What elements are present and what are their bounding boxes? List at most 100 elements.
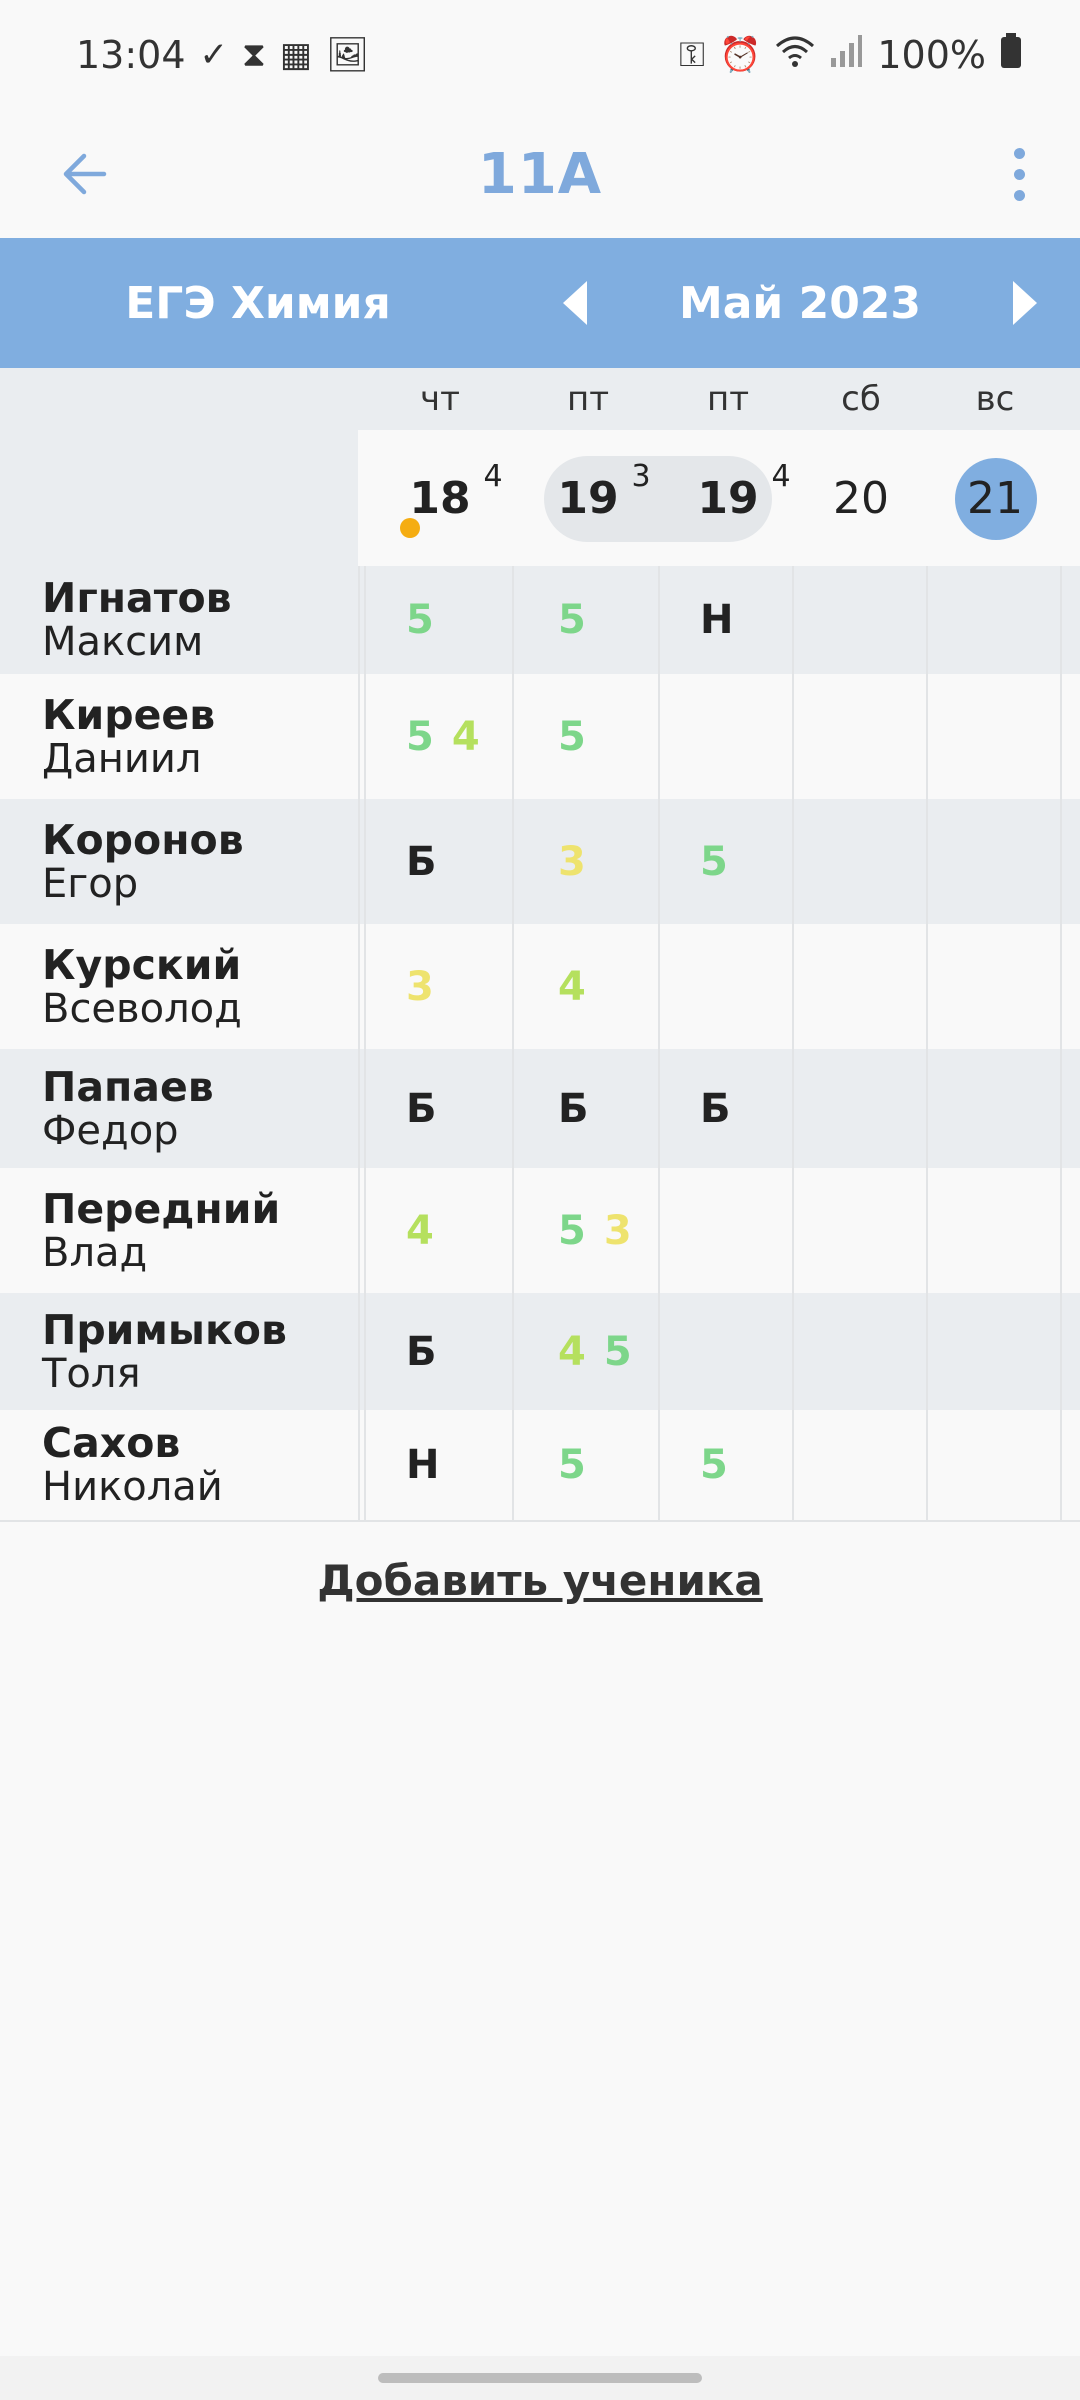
mark-cell[interactable] [792, 799, 926, 924]
mark-cell[interactable] [926, 566, 1060, 674]
mark-cell[interactable] [658, 1293, 792, 1410]
alarm-icon: ⏰ [719, 35, 762, 75]
mark-cell[interactable]: 5 [364, 566, 510, 674]
day-number: 19 3 [557, 459, 650, 524]
student-surname: Курский [42, 940, 242, 989]
day-number-text: 19 [557, 472, 619, 524]
student-name-cell[interactable]: Передний Влад [0, 1168, 358, 1293]
student-name-cell[interactable]: Папаев Федор [0, 1049, 358, 1168]
grid-column-divider [358, 566, 360, 1520]
mark-cell[interactable]: 5 [658, 1410, 792, 1520]
status-left: 13:04 ✓ ⧗ ▦ 🖼 [76, 33, 369, 77]
student-firstname: Максим [42, 619, 204, 665]
more-menu-button[interactable] [984, 134, 1054, 214]
vpn-key-icon: ⚿ [679, 35, 706, 75]
student-name-cell[interactable]: Сахов Николай [0, 1410, 358, 1520]
mark-cell[interactable]: 3 [512, 799, 658, 924]
student-row: Курский Всеволод 3 4 [0, 924, 1080, 1049]
day-number: 19 4 [697, 459, 790, 524]
student-row: Примыков Толя Б 4 5 [0, 1293, 1080, 1410]
student-surname: Коронов [42, 815, 244, 864]
mark-cell[interactable] [926, 1293, 1060, 1410]
date-column-5[interactable]: 21 [935, 430, 1055, 566]
signal-icon [829, 34, 863, 77]
mark-cell[interactable] [792, 1168, 926, 1293]
student-surname: Киреев [42, 690, 216, 739]
mark-cell[interactable]: 53 [512, 1168, 658, 1293]
mark-cell[interactable] [926, 1049, 1060, 1168]
date-column-2[interactable]: 19 3 [528, 430, 650, 566]
student-name-cell[interactable]: Курский Всеволод [0, 924, 358, 1049]
date-column-1[interactable]: 18 4 [380, 430, 502, 566]
subject-selector[interactable]: ЕГЭ Химия [0, 238, 516, 368]
arrow-left-icon [63, 153, 107, 195]
mark-cell[interactable]: Б [364, 799, 510, 924]
student-surname: Игнатов [42, 574, 232, 622]
mark-cell[interactable]: 4 [512, 924, 658, 1049]
month-label[interactable]: Май 2023 [620, 238, 980, 368]
grade-mark: 5 [558, 1442, 586, 1488]
mark-cell[interactable]: Б [364, 1049, 510, 1168]
status-time: 13:04 [76, 33, 186, 77]
student-row: Папаев Федор Б Б Б [0, 1049, 1080, 1168]
grade-mark: 5 [406, 713, 434, 760]
prev-month-button[interactable] [545, 278, 605, 328]
mark-cell[interactable] [792, 1049, 926, 1168]
mark-cell[interactable]: 3 [364, 924, 510, 1049]
grid-column-divider [1060, 566, 1062, 1520]
student-name-cell[interactable]: Примыков Толя [0, 1293, 358, 1410]
day-number: 21 [967, 473, 1023, 524]
date-column-4[interactable]: 20 [801, 430, 921, 566]
student-name-cell[interactable]: Коронов Егор [0, 799, 358, 924]
weekday-label: пт [566, 379, 610, 419]
student-firstname: Всеволод [42, 985, 242, 1032]
student-firstname: Федор [42, 1107, 179, 1154]
mark-cell[interactable] [792, 1410, 926, 1520]
mark-cell[interactable] [658, 1168, 792, 1293]
mark-cell[interactable] [926, 924, 1060, 1049]
mark-cell[interactable] [792, 924, 926, 1049]
mark-cell[interactable]: Н [658, 566, 792, 674]
add-student-button[interactable]: Добавить ученика [0, 1540, 1080, 1620]
next-month-button[interactable] [995, 278, 1055, 328]
mark-cell[interactable]: 5 [512, 1410, 658, 1520]
student-name-cell[interactable]: Киреев Даниил [0, 674, 358, 799]
mark-cell[interactable] [658, 674, 792, 799]
mark-cell[interactable] [792, 674, 926, 799]
mark-cell[interactable] [658, 924, 792, 1049]
mark-cell[interactable]: 54 [364, 674, 510, 799]
grade-mark: Б [700, 1085, 731, 1132]
image-icon: 🖼 [326, 35, 370, 75]
student-surname: Примыков [42, 1305, 287, 1354]
mark-cell[interactable]: 4 [364, 1168, 510, 1293]
mark-cell[interactable] [792, 1293, 926, 1410]
check-icon: ✓ [199, 35, 229, 75]
mark-cell[interactable] [926, 674, 1060, 799]
student-name-cell[interactable]: Игнатов Максим [0, 566, 358, 674]
grid-column-divider [926, 566, 928, 1520]
header-corner [0, 368, 358, 566]
day-number-text: 20 [833, 472, 889, 524]
mark-cell[interactable] [792, 566, 926, 674]
student-surname: Сахов [42, 1419, 181, 1467]
student-firstname: Толя [42, 1350, 141, 1397]
mark-cell[interactable]: 5 [512, 674, 658, 799]
mark-cell[interactable]: 5 [512, 566, 658, 674]
grade-mark: 4 [558, 963, 586, 1010]
grade-mark: 3 [603, 1207, 632, 1254]
date-column-3[interactable]: 19 4 [668, 430, 790, 566]
back-button[interactable] [44, 134, 124, 214]
mark-cell[interactable] [926, 1168, 1060, 1293]
student-firstname: Егор [42, 860, 139, 907]
mark-cell[interactable]: Б [512, 1049, 658, 1168]
mark-cell[interactable]: Б [364, 1293, 510, 1410]
mark-cell[interactable]: Н [364, 1410, 510, 1520]
mark-cell[interactable] [926, 1410, 1060, 1520]
mark-cell[interactable]: 45 [512, 1293, 658, 1410]
mark-cell[interactable] [926, 799, 1060, 924]
home-indicator[interactable] [378, 2373, 702, 2383]
mark-cell[interactable]: Б [658, 1049, 792, 1168]
grade-mark: 4 [451, 713, 480, 760]
student-firstname: Влад [42, 1229, 148, 1276]
mark-cell[interactable]: 5 [658, 799, 792, 924]
